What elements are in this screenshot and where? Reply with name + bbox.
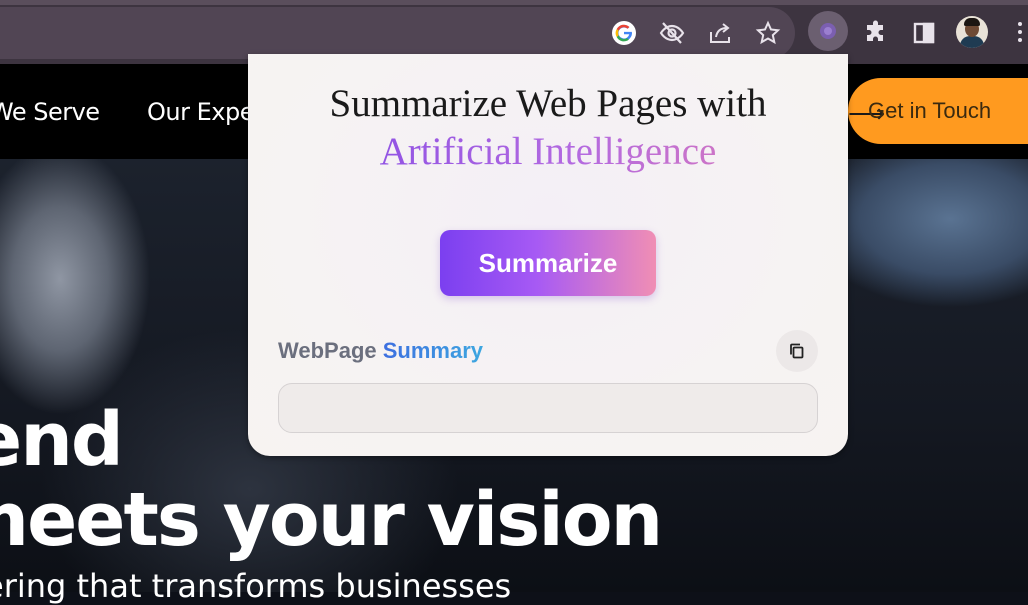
popup-title-line2: Artificial Intelligence: [248, 128, 848, 176]
side-panel-icon[interactable]: [909, 18, 939, 48]
share-icon[interactable]: [705, 18, 735, 48]
avatar-hair: [964, 18, 980, 26]
star-icon[interactable]: [753, 18, 783, 48]
avatar-body: [960, 36, 984, 48]
summarize-button[interactable]: Summarize: [440, 230, 656, 296]
popup-title: Summarize Web Pages with Artificial Inte…: [248, 80, 848, 176]
hero-heading-line2: meets your vision: [0, 477, 663, 563]
hero-subheading: ering that transforms businesses: [0, 567, 512, 605]
extension-popup: Summarize Web Pages with Artificial Inte…: [248, 54, 848, 456]
avatar[interactable]: [956, 16, 988, 48]
summary-heading-part2: Summary: [382, 338, 484, 363]
copy-button[interactable]: [776, 330, 818, 372]
summary-output[interactable]: [278, 383, 818, 433]
eye-off-icon[interactable]: [657, 18, 687, 48]
summary-heading-part1: WebPage: [278, 338, 383, 363]
popup-title-line1: Summarize Web Pages with: [329, 82, 767, 125]
google-icon[interactable]: [609, 18, 639, 48]
summary-heading: WebPage Summary: [278, 338, 483, 364]
puzzle-icon[interactable]: [861, 18, 891, 48]
tab-strip-edge: [0, 0, 1028, 5]
get-in-touch-button[interactable]: ⟶ Get in Touch: [848, 78, 1028, 144]
get-in-touch-label: Get in Touch: [868, 98, 992, 123]
more-icon[interactable]: [1010, 20, 1028, 44]
nav-link-our-expertise[interactable]: Our Expe: [147, 98, 254, 126]
copy-icon: [790, 343, 804, 359]
nav-link-we-serve[interactable]: We Serve: [0, 98, 100, 126]
hero-heading-line1: end: [0, 397, 124, 483]
extension-active-icon[interactable]: [808, 11, 848, 51]
